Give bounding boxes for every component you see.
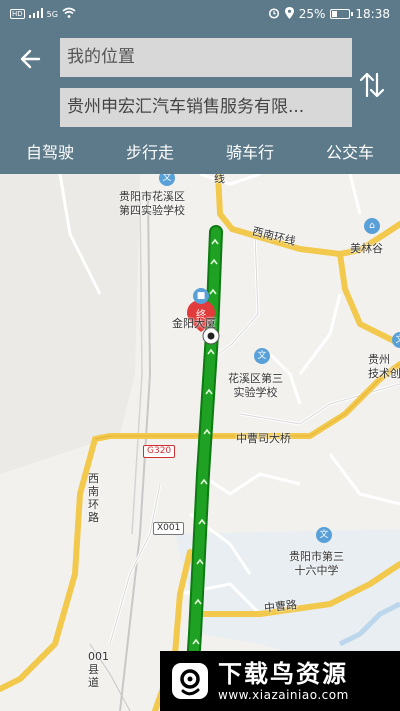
tab-walk[interactable]: 步行走 <box>100 138 200 168</box>
building-poi-icon: ■ <box>193 288 209 304</box>
destination-input[interactable]: 贵州申宏汇汽车销售服务有限... <box>60 88 352 127</box>
hd-indicator: HD <box>10 9 25 19</box>
school-poi-icon: 文 <box>316 527 332 543</box>
road-label: 线 <box>214 174 225 185</box>
alarm-icon <box>268 7 280 22</box>
highway-shield: G320 <box>143 445 176 458</box>
road-label: 中曹路 <box>263 598 298 615</box>
tab-drive[interactable]: 自驾驶 <box>0 138 100 168</box>
map-view[interactable]: 终 文 文 文 ■ ⌂ 文 贵阳市花溪区 第四实验学校 花溪区第三 实验学校 贵… <box>0 174 400 711</box>
app-root: HD 5G 25% 18:38 我的位置 贵州申宏汇汽车销售服务有限... 自驾… <box>0 0 400 711</box>
poi-label: 贵阳市第三 十六中学 <box>289 550 344 577</box>
clock: 18:38 <box>355 7 390 21</box>
battery-level <box>332 11 337 17</box>
school-poi-icon: 文 <box>254 348 270 364</box>
status-bar: HD 5G 25% 18:38 <box>0 0 400 28</box>
building-label: 金阳大厦 <box>172 317 216 330</box>
network-type: 5G <box>46 9 58 19</box>
cell-signal-icon <box>28 7 43 21</box>
watermark-title: 下载鸟资源 <box>218 660 348 688</box>
road-shield: X001 <box>153 522 185 535</box>
swap-arrows-icon <box>359 72 385 98</box>
poi-label: 美林谷 <box>350 242 383 255</box>
travel-mode-tabs: 自驾驶 步行走 骑车行 公交车 <box>0 138 400 168</box>
watermark-url: www.xiazainiao.com <box>218 688 349 702</box>
swap-button[interactable] <box>357 68 387 102</box>
road-label: 西南环路 <box>88 472 99 524</box>
back-arrow-icon <box>20 49 41 69</box>
road-label: 001县道 <box>88 650 109 689</box>
map-canvas: 终 <box>0 174 400 711</box>
origin-input[interactable]: 我的位置 <box>60 38 352 77</box>
watermark: 下载鸟资源 www.xiazainiao.com <box>160 651 400 711</box>
shopping-poi-icon: ⌂ <box>364 218 380 234</box>
battery-percent: 25% <box>298 7 326 21</box>
tab-bike[interactable]: 骑车行 <box>200 138 300 168</box>
tab-bus[interactable]: 公交车 <box>300 138 400 168</box>
poi-label: 花溪区第三 实验学校 <box>228 372 283 399</box>
watermark-logo-icon <box>172 663 208 699</box>
back-button[interactable] <box>14 46 48 72</box>
route-search-panel: 我的位置 贵州申宏汇汽车销售服务有限... 自驾驶 步行走 骑车行 公交车 <box>0 28 400 174</box>
location-icon <box>284 6 294 22</box>
poi-label: 贵州 技术创 <box>368 353 400 380</box>
battery-icon <box>330 9 354 19</box>
poi-label: 贵阳市花溪区 第四实验学校 <box>119 190 185 217</box>
wifi-icon <box>62 7 76 21</box>
road-label: 中曹司大桥 <box>236 432 291 445</box>
